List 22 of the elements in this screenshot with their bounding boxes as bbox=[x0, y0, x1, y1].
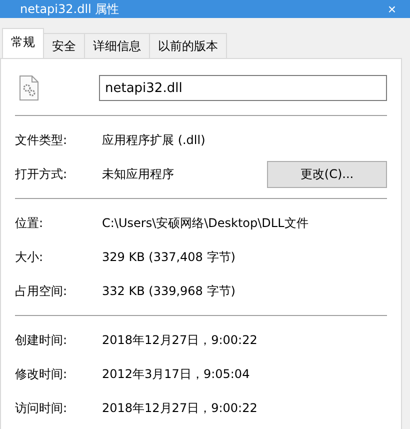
change-button[interactable]: 更改(C)... bbox=[267, 160, 387, 188]
field-label: 文件类型: bbox=[15, 132, 68, 148]
field-label: 大小: bbox=[15, 248, 44, 266]
file-gear-icon bbox=[19, 75, 39, 101]
field-label: 位置: bbox=[15, 214, 44, 232]
field-label: 创建时间: bbox=[15, 332, 68, 348]
field-value: 329 KB (337,408 字节) bbox=[102, 248, 236, 266]
field-label: 修改时间: bbox=[15, 366, 68, 382]
tab[interactable]: 以前的版本 bbox=[149, 33, 227, 58]
field-value: C:\Users\安硕网络\Desktop\DLL文件 bbox=[102, 214, 310, 232]
field-value: 2018年12月27日，9:00:22 bbox=[102, 332, 258, 348]
field-label: 打开方式: bbox=[15, 166, 68, 182]
field-value: 应用程序扩展 (.dll) bbox=[102, 132, 206, 148]
field-value: 2018年12月27日，9:00:22 bbox=[102, 400, 258, 416]
field-value: 332 KB (339,968 字节) bbox=[102, 282, 236, 300]
field-value: 2012年3月17日，9:05:04 bbox=[102, 366, 251, 382]
field-label: 访问时间: bbox=[15, 400, 68, 416]
field-label: 占用空间: bbox=[15, 282, 68, 300]
window-title: netapi32.dll 属性 bbox=[20, 2, 120, 16]
file-name-field[interactable]: netapi32.dll bbox=[99, 75, 387, 101]
field-value: 未知应用程序 bbox=[102, 166, 175, 182]
tab[interactable]: 常规 bbox=[2, 28, 44, 58]
